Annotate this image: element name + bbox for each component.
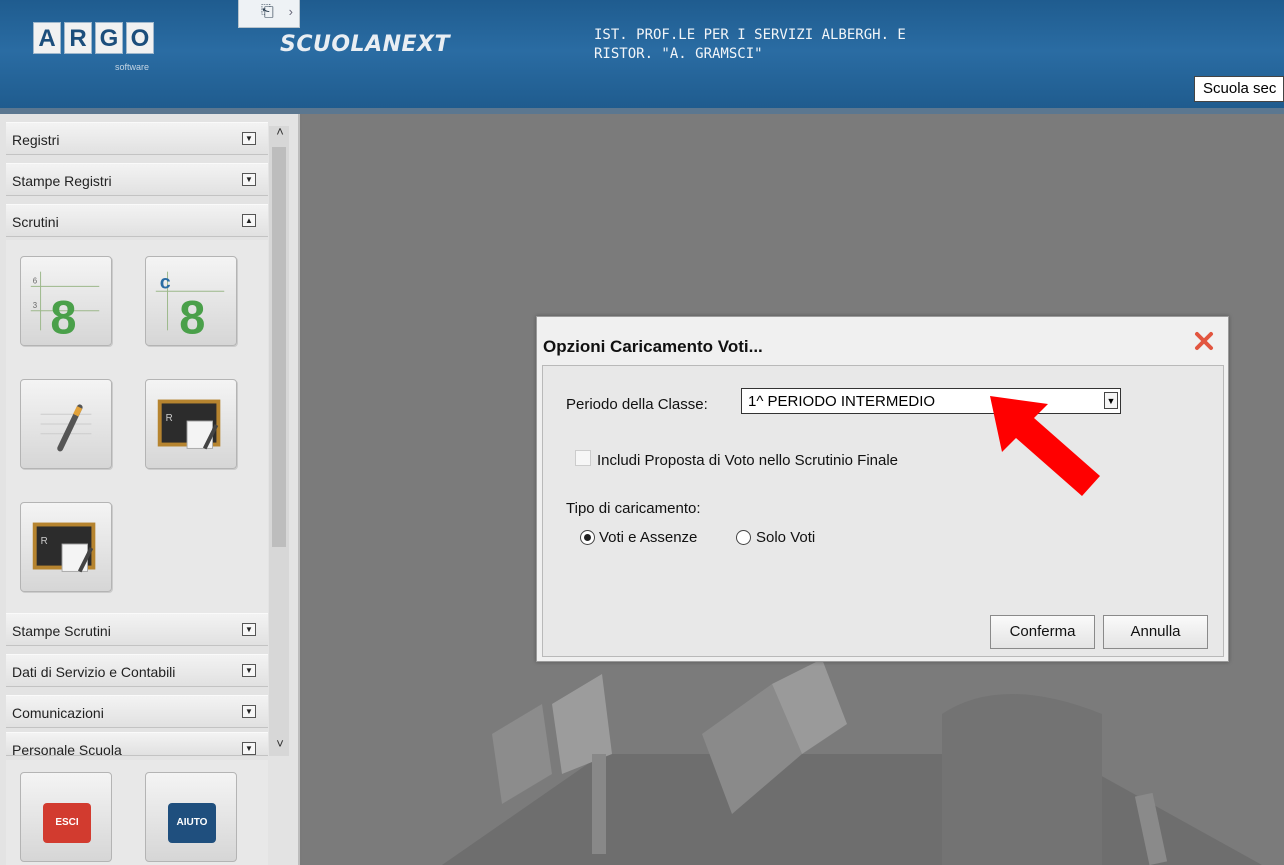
svg-text:3: 3 (33, 301, 37, 310)
refresh-grade-icon: c 8 (155, 271, 225, 343)
logo-letter: R (64, 22, 92, 54)
giudizi-finali-tile[interactable]: R (20, 502, 112, 592)
pencil-paper-icon (40, 404, 92, 452)
blackboard-icon: R (32, 522, 96, 573)
argo-logo: A R G O (33, 22, 154, 54)
sidebar-item-label: Stampe Scrutini (12, 623, 111, 639)
sidebar-item-comunicazioni[interactable]: Comunicazioni ▼ (6, 695, 268, 728)
sidebar-item-stampe-registri[interactable]: Stampe Registri ▼ (6, 163, 268, 196)
expand-icon[interactable]: ▼ (242, 132, 256, 145)
sidebar-item-label: Scrutini (12, 214, 59, 230)
load-grades-dialog: Opzioni Caricamento Voti... Periodo dell… (536, 316, 1229, 662)
votes-only-radio[interactable] (736, 530, 751, 545)
help-label: AIUTO (168, 803, 216, 843)
svg-text:R: R (166, 413, 173, 424)
help-button[interactable]: AIUTO (145, 772, 237, 862)
sidebar-item-label: Dati di Servizio e Contabili (12, 664, 176, 680)
expand-icon[interactable]: ▼ (242, 623, 256, 636)
expand-icon[interactable]: ▼ (242, 705, 256, 718)
sidebar-item-label: Stampe Registri (12, 173, 112, 189)
include-proposal-label: Includi Proposta di Voto nello Scrutinio… (597, 452, 899, 469)
sidebar-item-label: Personale Scuola (12, 742, 122, 756)
cancel-button[interactable]: Annulla (1103, 615, 1208, 649)
svg-text:8: 8 (179, 291, 205, 343)
scroll-up-icon[interactable]: ˄ (271, 124, 289, 140)
period-select-value: 1^ PERIODO INTERMEDIO (748, 393, 936, 410)
annotation-arrow-icon (990, 396, 1100, 496)
confirm-button[interactable]: Conferma (990, 615, 1095, 649)
period-label: Periodo della Classe: (566, 396, 708, 413)
school-name: IST. PROF.LE PER I SERVIZI ALBERGH. E RI… (594, 27, 906, 62)
sidebar-scroll-thumb[interactable] (272, 147, 286, 547)
svg-text:R: R (41, 536, 48, 547)
expand-icon[interactable]: ▼ (242, 173, 256, 186)
school-select[interactable]: Scuola sec (1194, 76, 1284, 102)
grade-grid-icon: 6 3 8 (30, 271, 100, 343)
dialog-title: Opzioni Caricamento Voti... (543, 337, 763, 356)
include-proposal-checkbox[interactable] (575, 450, 591, 466)
sidebar-item-scrutini[interactable]: Scrutini ▲ (6, 204, 268, 237)
logout-label: ESCI (43, 803, 91, 843)
giudizi-tile[interactable]: R (145, 379, 237, 469)
sidebar-item-registri[interactable]: Registri ▼ (6, 122, 268, 155)
svg-text:6: 6 (33, 276, 37, 285)
expand-icon[interactable]: ▼ (242, 742, 256, 755)
app-header: A R G O software ⎗ SCUOLANEXT IST. PROF.… (0, 0, 1284, 114)
scroll-down-icon[interactable]: ˅ (271, 736, 289, 752)
sidebar-item-personale-scuola[interactable]: Personale Scuola ▼ (6, 732, 268, 756)
logo-letter: O (126, 22, 154, 54)
caricamento-voti-periodici-tile[interactable]: c 8 (145, 256, 237, 346)
votes-only-label: Solo Voti (756, 529, 816, 546)
sidebar-item-label: Comunicazioni (12, 705, 104, 721)
logo-letter: A (33, 22, 61, 54)
caricamento-voti-tile[interactable]: 6 3 8 (20, 256, 112, 346)
collapse-icon[interactable]: ▲ (242, 214, 256, 227)
votes-absences-radio[interactable] (580, 530, 595, 545)
logo-letter: G (95, 22, 123, 54)
toggle-header-icon[interactable]: ⎗ (238, 0, 300, 28)
close-icon[interactable] (1192, 329, 1216, 353)
svg-text:c: c (160, 271, 171, 293)
logo-subtitle: software (115, 62, 150, 72)
sidebar-item-stampe-scrutini[interactable]: Stampe Scrutini ▼ (6, 613, 268, 646)
scrutini-panel: 6 3 8 c 8 R R (6, 240, 268, 614)
sidebar-item-label: Registri (12, 132, 60, 148)
load-type-label: Tipo di caricamento: (566, 500, 701, 517)
expand-icon[interactable]: ▼ (242, 664, 256, 677)
dialog-body: Periodo della Classe: 1^ PERIODO INTERME… (542, 365, 1224, 657)
product-name: SCUOLANEXT (280, 32, 451, 57)
bottom-actions: ESCI AIUTO (6, 760, 268, 865)
logout-button[interactable]: ESCI (20, 772, 112, 862)
sidebar: ˄ ˅ Registri ▼ Stampe Registri ▼ Scrutin… (0, 114, 300, 865)
sidebar-item-dati-servizio[interactable]: Dati di Servizio e Contabili ▼ (6, 654, 268, 687)
svg-text:8: 8 (50, 291, 76, 343)
note-tile[interactable] (20, 379, 112, 469)
blackboard-icon: R (157, 399, 221, 450)
votes-absences-label: Voti e Assenze (599, 529, 698, 546)
